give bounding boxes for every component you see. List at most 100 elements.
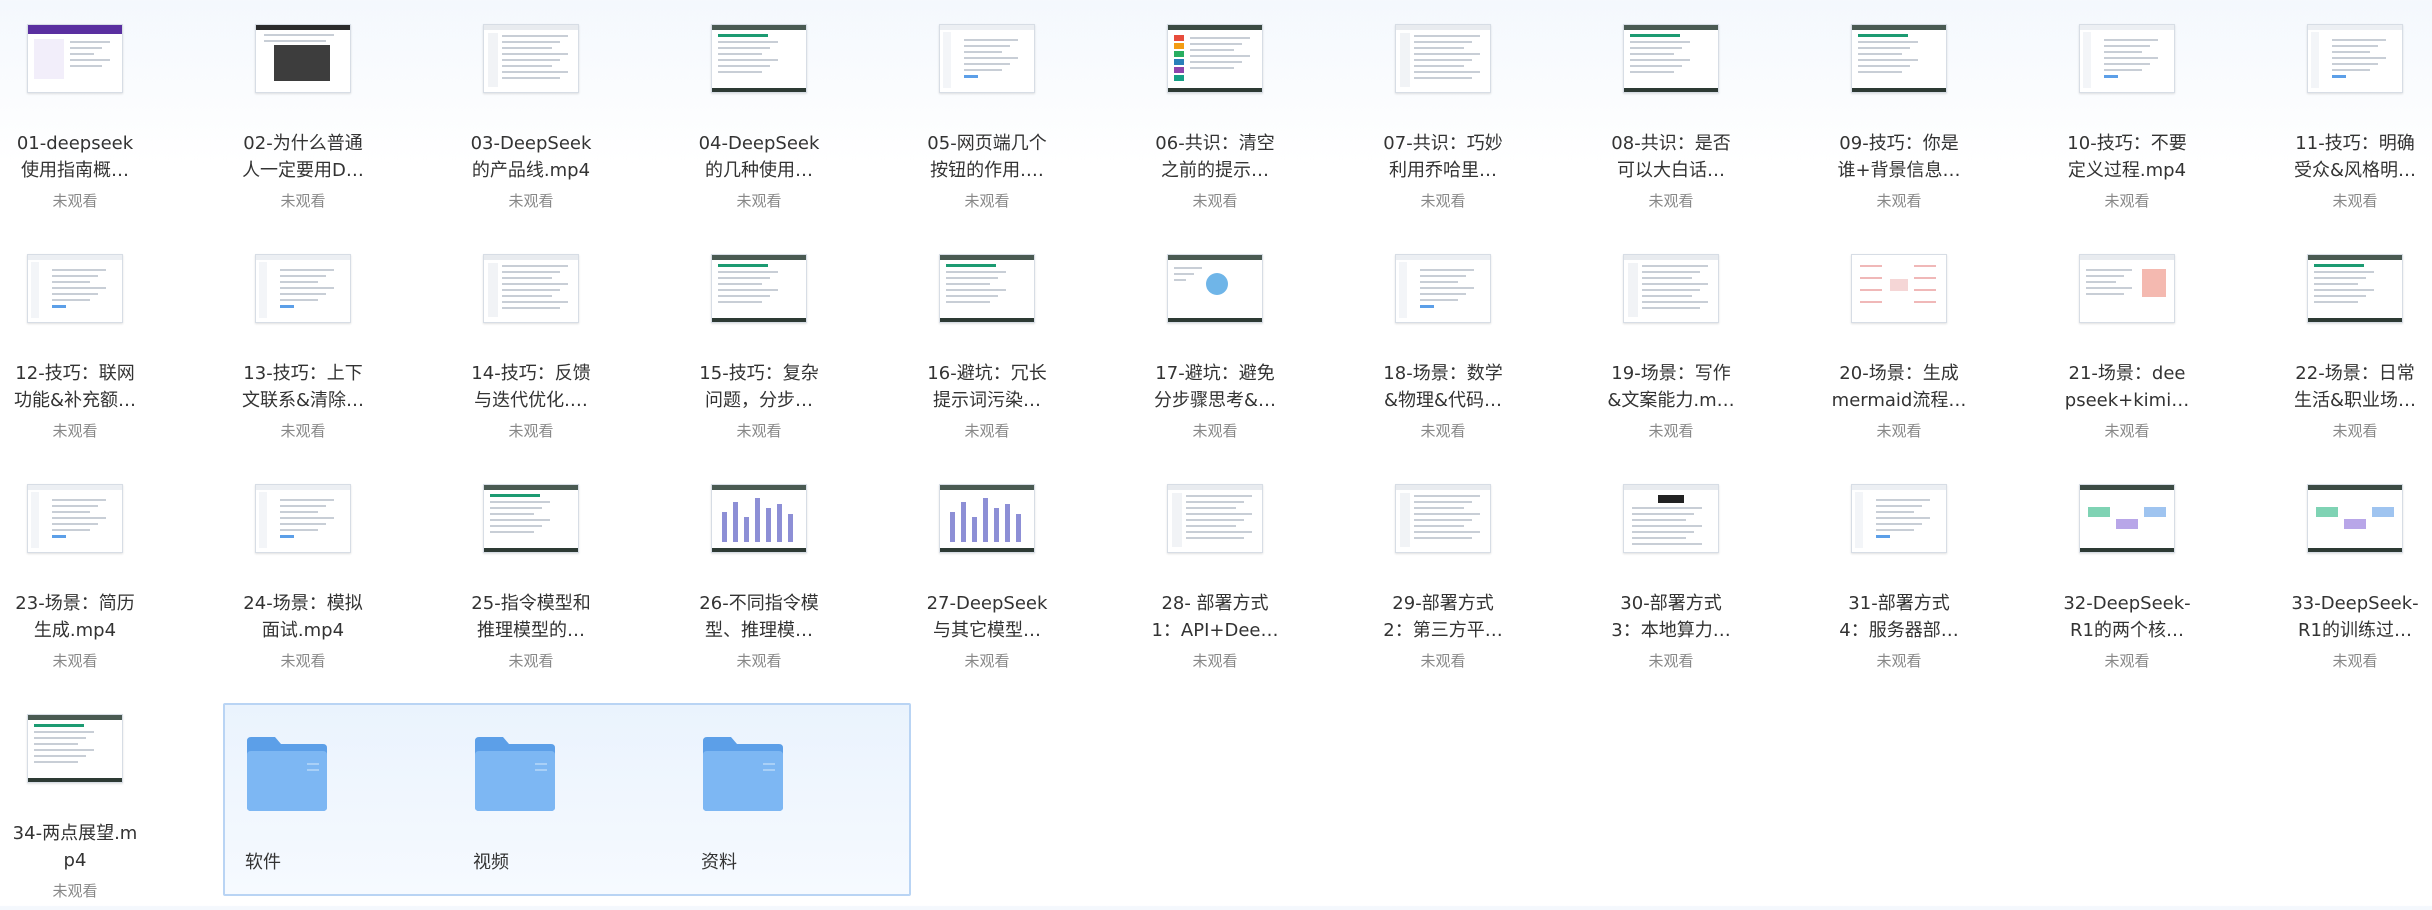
folder-item-software[interactable]: 软件 [225, 705, 453, 895]
watch-status: 未观看 [1420, 422, 1466, 440]
watch-status: 未观看 [1420, 652, 1466, 670]
video-file-item[interactable]: 09-技巧：你是 谁+背景信息… 未观看 [1785, 0, 2013, 220]
video-file-item[interactable]: 14-技巧：反馈 与迭代优化.… 未观看 [417, 230, 645, 450]
video-thumbnail [255, 254, 351, 323]
watch-status: 未观看 [1876, 422, 1922, 440]
file-name: 28- 部署方式 1：API+Dee… [1151, 593, 1279, 641]
video-file-item[interactable]: 22-场景：日常 生活&职业场… 未观看 [2241, 230, 2432, 450]
video-file-item[interactable]: 29-部署方式 2：第三方平… 未观看 [1329, 460, 1557, 680]
file-name: 03-DeepSeek 的产品线.mp4 [470, 133, 592, 181]
video-file-item[interactable]: 24-场景：模拟 面试.mp4 未观看 [189, 460, 417, 680]
video-file-item[interactable]: 03-DeepSeek 的产品线.mp4 未观看 [417, 0, 645, 220]
watch-status: 未观看 [508, 192, 554, 210]
folder-item-video[interactable]: 视频 [453, 705, 681, 895]
watch-status: 未观看 [2104, 422, 2150, 440]
file-name: 27-DeepSeek 与其它模型… [926, 593, 1048, 641]
folder-selection-group[interactable]: 软件 视频 资料 [223, 703, 911, 896]
file-name: 11-技巧：明确 受众&风格明… [2293, 133, 2417, 181]
watch-status: 未观看 [1420, 192, 1466, 210]
video-thumbnail [1851, 254, 1947, 323]
video-thumbnail [711, 254, 807, 323]
file-name: 31-部署方式 4：服务器部… [1839, 593, 1959, 641]
video-file-item[interactable]: 33-DeepSeek- R1的训练过… 未观看 [2241, 460, 2432, 680]
video-thumbnail [255, 484, 351, 553]
video-file-item[interactable]: 34-两点展望.m p4 未观看 [0, 690, 189, 910]
video-thumbnail [1167, 484, 1263, 553]
video-file-item[interactable]: 26-不同指令模 型、推理模… 未观看 [645, 460, 873, 680]
video-file-item[interactable]: 06-共识：清空 之前的提示… 未观看 [1101, 0, 1329, 220]
video-thumbnail [1167, 24, 1263, 93]
video-thumbnail [1395, 254, 1491, 323]
file-name: 33-DeepSeek- R1的训练过… [2291, 593, 2419, 641]
watch-status: 未观看 [2332, 422, 2378, 440]
video-file-item[interactable]: 23-场景：简历 生成.mp4 未观看 [0, 460, 189, 680]
file-name: 09-技巧：你是 谁+背景信息… [1837, 133, 1961, 181]
watch-status: 未观看 [964, 192, 1010, 210]
watch-status: 未观看 [280, 422, 326, 440]
file-name: 04-DeepSeek 的几种使用… [698, 133, 820, 181]
watch-status: 未观看 [736, 192, 782, 210]
video-file-item[interactable]: 01-deepseek 使用指南概… 未观看 [0, 0, 189, 220]
video-file-item[interactable]: 12-技巧：联网 功能&补充额… 未观看 [0, 230, 189, 450]
folder-item-materials[interactable]: 资料 [681, 705, 909, 895]
file-name: 08-共识：是否 可以大白话… [1611, 133, 1731, 181]
video-thumbnail [2079, 24, 2175, 93]
video-thumbnail [27, 484, 123, 553]
video-file-item[interactable]: 10-技巧：不要 定义过程.mp4 未观看 [2013, 0, 2241, 220]
file-name: 30-部署方式 3：本地算力… [1611, 593, 1731, 641]
watch-status: 未观看 [2332, 652, 2378, 670]
video-file-item[interactable]: 32-DeepSeek- R1的两个核… 未观看 [2013, 460, 2241, 680]
watch-status: 未观看 [964, 422, 1010, 440]
video-file-item[interactable]: 20-场景：生成 mermaid流程… 未观看 [1785, 230, 2013, 450]
video-file-item[interactable]: 05-网页端几个 按钮的作用.… 未观看 [873, 0, 1101, 220]
watch-status: 未观看 [1648, 422, 1694, 440]
file-name: 01-deepseek 使用指南概… [16, 133, 134, 181]
video-thumbnail [939, 484, 1035, 553]
video-thumbnail [2307, 24, 2403, 93]
video-thumbnail [27, 714, 123, 783]
folder-icon [475, 737, 555, 811]
video-file-item[interactable]: 19-场景：写作 &文案能力.m… 未观看 [1557, 230, 1785, 450]
watch-status: 未观看 [1876, 652, 1922, 670]
watch-status: 未观看 [1192, 652, 1238, 670]
video-file-item[interactable]: 04-DeepSeek 的几种使用… 未观看 [645, 0, 873, 220]
video-thumbnail [1851, 484, 1947, 553]
file-name: 20-场景：生成 mermaid流程… [1831, 363, 1967, 411]
video-file-item[interactable]: 08-共识：是否 可以大白话… 未观看 [1557, 0, 1785, 220]
video-file-item[interactable]: 17-避坑：避免 分步骤思考&… 未观看 [1101, 230, 1329, 450]
video-file-item[interactable]: 07-共识：巧妙 利用乔哈里… 未观看 [1329, 0, 1557, 220]
video-file-item[interactable]: 27-DeepSeek 与其它模型… 未观看 [873, 460, 1101, 680]
file-name: 14-技巧：反馈 与迭代优化.… [471, 363, 591, 411]
video-file-item[interactable]: 31-部署方式 4：服务器部… 未观看 [1785, 460, 2013, 680]
watch-status: 未观看 [280, 652, 326, 670]
video-thumbnail [27, 254, 123, 323]
video-thumbnail [2307, 254, 2403, 323]
video-file-item[interactable]: 13-技巧：上下 文联系&清除… 未观看 [189, 230, 417, 450]
watch-status: 未观看 [52, 652, 98, 670]
file-name: 24-场景：模拟 面试.mp4 [243, 593, 363, 641]
folder-label: 视频 [473, 852, 509, 873]
video-file-item[interactable]: 18-场景：数学 &物理&代码… 未观看 [1329, 230, 1557, 450]
video-file-item[interactable]: 16-避坑：冗长 提示词污染… 未观看 [873, 230, 1101, 450]
video-thumbnail [27, 24, 123, 93]
video-thumbnail [1395, 484, 1491, 553]
file-name: 26-不同指令模 型、推理模… [699, 593, 819, 641]
video-thumbnail [255, 24, 351, 93]
video-file-item[interactable]: 15-技巧：复杂 问题，分步… 未观看 [645, 230, 873, 450]
file-name: 02-为什么普通 人一定要用D… [242, 133, 364, 181]
file-name: 06-共识：清空 之前的提示… [1155, 133, 1275, 181]
watch-status: 未观看 [1192, 192, 1238, 210]
folder-label: 软件 [245, 852, 281, 873]
video-file-item[interactable]: 28- 部署方式 1：API+Dee… 未观看 [1101, 460, 1329, 680]
video-file-item[interactable]: 11-技巧：明确 受众&风格明… 未观看 [2241, 0, 2432, 220]
video-file-item[interactable]: 25-指令模型和 推理模型的… 未观看 [417, 460, 645, 680]
watch-status: 未观看 [52, 192, 98, 210]
file-name: 16-避坑：冗长 提示词污染… [927, 363, 1047, 411]
video-file-item[interactable]: 02-为什么普通 人一定要用D… 未观看 [189, 0, 417, 220]
file-name: 13-技巧：上下 文联系&清除… [241, 363, 365, 411]
video-file-item[interactable]: 21-场景：dee pseek+kimi… 未观看 [2013, 230, 2241, 450]
file-name: 32-DeepSeek- R1的两个核… [2063, 593, 2191, 641]
video-file-item[interactable]: 30-部署方式 3：本地算力… 未观看 [1557, 460, 1785, 680]
watch-status: 未观看 [2104, 652, 2150, 670]
video-thumbnail [483, 254, 579, 323]
